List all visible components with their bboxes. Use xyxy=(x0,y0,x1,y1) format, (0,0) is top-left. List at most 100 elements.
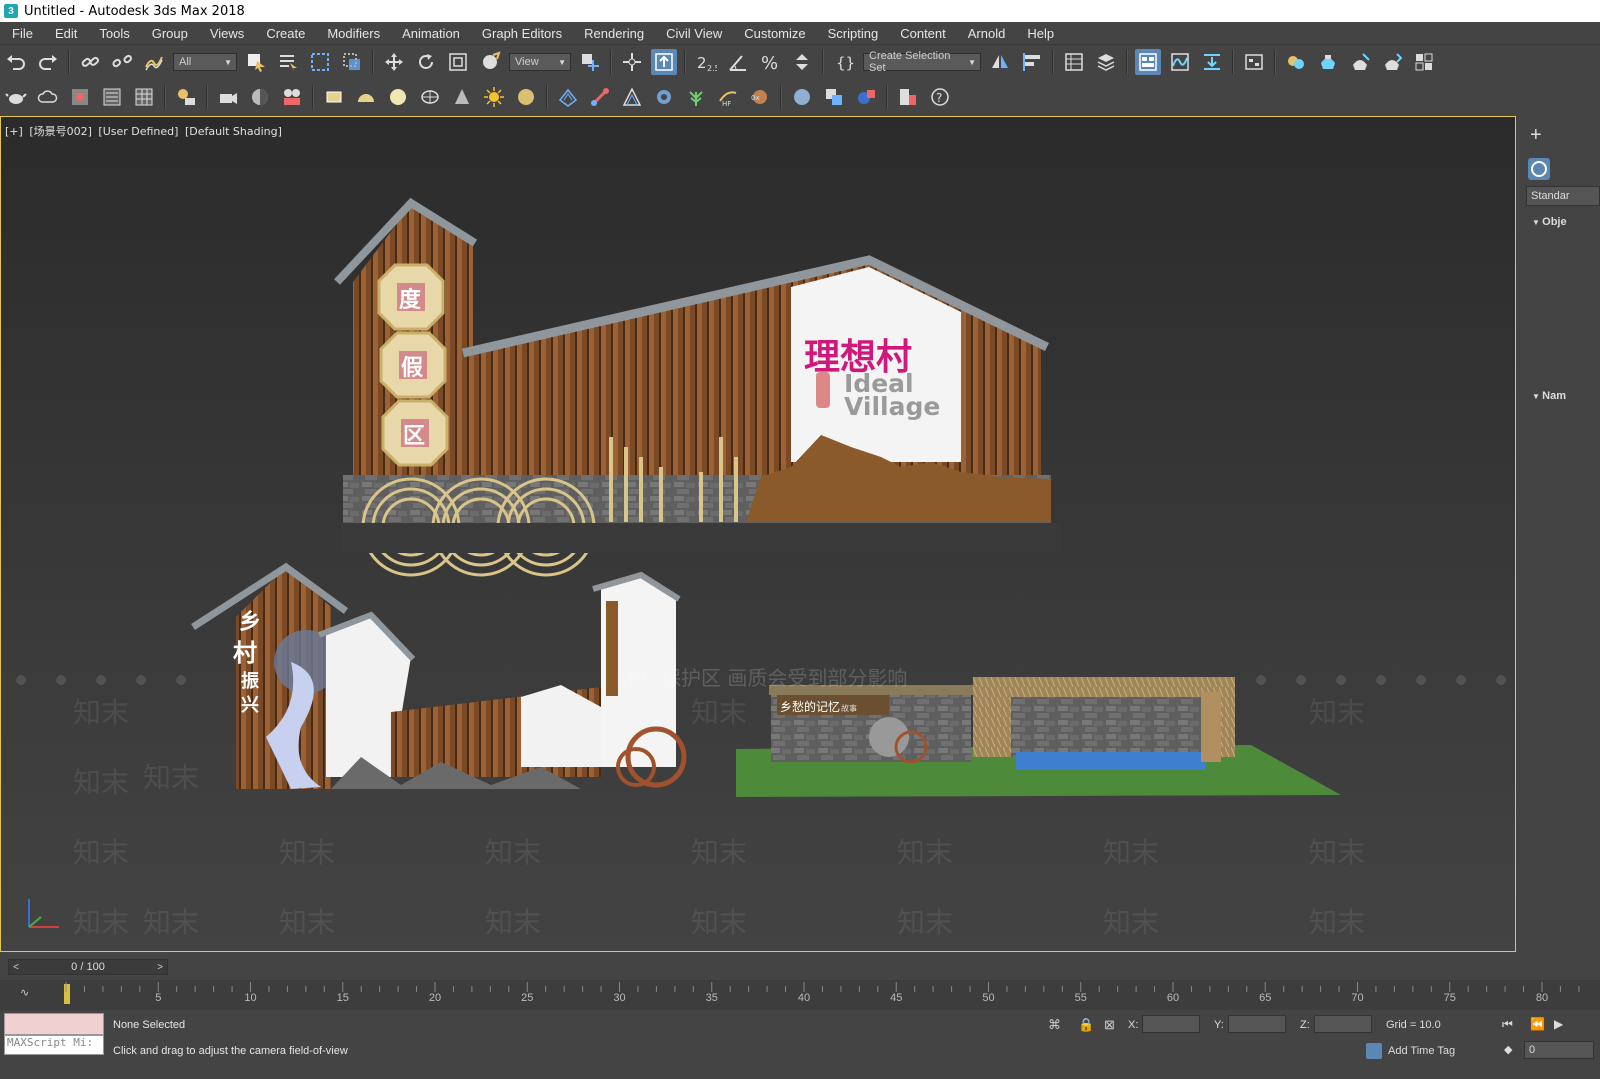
menu-customize[interactable]: Customize xyxy=(733,26,816,41)
render-frame-window-icon[interactable] xyxy=(1347,49,1373,75)
z-coordinate-field[interactable] xyxy=(1314,1015,1372,1033)
perspective-viewport[interactable]: [+] [场景号002] [User Defined] [Default Sha… xyxy=(0,116,1516,952)
current-frame-field[interactable]: 0 xyxy=(1524,1041,1594,1059)
asset-tracking-icon[interactable] xyxy=(895,84,921,110)
layer-explorer-icon[interactable] xyxy=(1093,49,1119,75)
environment-icon[interactable] xyxy=(67,84,93,110)
key-filter-icon[interactable]: ◆ xyxy=(1504,1043,1512,1056)
menu-create[interactable]: Create xyxy=(255,26,316,41)
window-crossing-icon[interactable] xyxy=(339,49,365,75)
isolate-selection-icon[interactable]: ⌘ xyxy=(1048,1017,1061,1033)
teapot-icon[interactable] xyxy=(3,84,29,110)
menu-group[interactable]: Group xyxy=(141,26,199,41)
rectangular-selection-icon[interactable] xyxy=(307,49,333,75)
hair-fur-icon[interactable] xyxy=(619,84,645,110)
render-elements-icon[interactable] xyxy=(99,84,125,110)
half-sphere-icon[interactable] xyxy=(247,84,273,110)
name-color-rollout[interactable]: ▼ Nam xyxy=(1532,390,1566,402)
spinner-snap-icon[interactable] xyxy=(789,49,815,75)
geometry-button[interactable] xyxy=(1528,158,1550,180)
track-bar[interactable]: ∿ 5 10 15 20 25 30 35 40 45 50 55 60 65 70 75 80 xyxy=(0,980,1600,1010)
spreadsheet-icon[interactable] xyxy=(131,84,157,110)
menu-tools[interactable]: Tools xyxy=(88,26,140,41)
bind-space-warp-icon[interactable] xyxy=(141,49,167,75)
goto-start-icon[interactable]: ⏮ xyxy=(1502,1017,1513,1032)
create-tab-icon[interactable]: + xyxy=(1530,124,1542,147)
time-slider-frame[interactable]: 0 / 100 xyxy=(71,961,105,973)
render-production-icon[interactable] xyxy=(1379,49,1405,75)
material-sphere-icon[interactable] xyxy=(789,84,815,110)
hair-icon[interactable]: HF xyxy=(715,84,741,110)
foliage-icon[interactable] xyxy=(683,84,709,110)
time-slider[interactable]: < 0 / 100 > xyxy=(0,956,1600,978)
scale-icon[interactable] xyxy=(445,49,471,75)
named-selection-dropdown[interactable]: Create Selection Set ▼ xyxy=(863,50,981,74)
reference-coordinate-dropdown[interactable]: View ▼ xyxy=(509,53,571,71)
toggle-ribbon-icon[interactable] xyxy=(1135,49,1161,75)
maxscript-input[interactable]: MAXScript Mi: xyxy=(4,1035,104,1055)
prev-frame-button[interactable]: < xyxy=(9,960,23,974)
menu-scripting[interactable]: Scripting xyxy=(817,26,890,41)
edit-named-selection-icon[interactable]: {} xyxy=(831,49,857,75)
x-coordinate-field[interactable] xyxy=(1142,1015,1200,1033)
lock-icon[interactable]: 🔒 xyxy=(1078,1017,1094,1033)
mirror-icon[interactable] xyxy=(987,49,1013,75)
sun-icon[interactable] xyxy=(481,84,507,110)
menu-arnold[interactable]: Arnold xyxy=(957,26,1017,41)
menu-content[interactable]: Content xyxy=(889,26,957,41)
object-type-rollout[interactable]: ▼ Obje xyxy=(1532,216,1567,228)
cloth-icon[interactable]: 0x xyxy=(747,84,773,110)
menu-animation[interactable]: Animation xyxy=(391,26,471,41)
render-to-texture-icon[interactable] xyxy=(821,84,847,110)
material-editor-icon[interactable] xyxy=(1283,49,1309,75)
dope-sheet-icon[interactable] xyxy=(1199,49,1225,75)
absolute-mode-icon[interactable]: ⊠ xyxy=(1104,1017,1115,1033)
move-icon[interactable] xyxy=(381,49,407,75)
place-icon[interactable] xyxy=(477,49,503,75)
batch-render-icon[interactable] xyxy=(853,84,879,110)
add-time-tag[interactable]: Add Time Tag xyxy=(1388,1045,1455,1057)
help-icon[interactable]: ? xyxy=(927,84,953,110)
rotate-icon[interactable] xyxy=(413,49,439,75)
light-lister-icon[interactable] xyxy=(173,84,199,110)
sphere-icon[interactable] xyxy=(385,84,411,110)
geosphere-icon[interactable] xyxy=(417,84,443,110)
render-setup-icon[interactable] xyxy=(1315,49,1341,75)
redo-icon[interactable] xyxy=(35,49,61,75)
menu-edit[interactable]: Edit xyxy=(44,26,88,41)
curve-editor-mini-icon[interactable]: ∿ xyxy=(20,986,29,999)
curve-editor-icon[interactable] xyxy=(1167,49,1193,75)
plane-icon[interactable] xyxy=(321,84,347,110)
align-icon[interactable] xyxy=(1019,49,1045,75)
object-type-dropdown[interactable]: Standar xyxy=(1526,186,1600,206)
menu-rendering[interactable]: Rendering xyxy=(573,26,655,41)
scene-explorer-icon[interactable] xyxy=(1061,49,1087,75)
bone-icon[interactable] xyxy=(587,84,613,110)
previous-key-icon[interactable]: ⏪ xyxy=(1530,1017,1545,1031)
gear-icon[interactable] xyxy=(651,84,677,110)
camera-icon[interactable] xyxy=(215,84,241,110)
render-in-cloud-icon[interactable] xyxy=(1411,49,1437,75)
keyboard-shortcut-override-icon[interactable] xyxy=(651,49,677,75)
cone-icon[interactable] xyxy=(449,84,475,110)
undo-icon[interactable] xyxy=(3,49,29,75)
selection-filter-dropdown[interactable]: All ▼ xyxy=(173,53,237,71)
menu-civil-view[interactable]: Civil View xyxy=(655,26,733,41)
angle-snap-icon[interactable] xyxy=(725,49,751,75)
link-icon[interactable] xyxy=(77,49,103,75)
menu-modifiers[interactable]: Modifiers xyxy=(316,26,391,41)
hemisphere-icon[interactable] xyxy=(353,84,379,110)
maxscript-output[interactable] xyxy=(4,1013,104,1035)
video-camera-icon[interactable] xyxy=(279,84,305,110)
y-coordinate-field[interactable] xyxy=(1228,1015,1286,1033)
menu-help[interactable]: Help xyxy=(1016,26,1065,41)
maxscript-listener[interactable]: MAXScript Mi: xyxy=(4,1013,104,1057)
daylight-icon[interactable] xyxy=(513,84,539,110)
select-object-icon[interactable] xyxy=(243,49,269,75)
select-manipulate-icon[interactable] xyxy=(619,49,645,75)
unlink-icon[interactable] xyxy=(109,49,135,75)
snaps-toggle-icon[interactable]: 22.5 xyxy=(693,49,719,75)
menu-graph-editors[interactable]: Graph Editors xyxy=(471,26,573,41)
pivot-center-icon[interactable] xyxy=(577,49,603,75)
menu-views[interactable]: Views xyxy=(199,26,255,41)
